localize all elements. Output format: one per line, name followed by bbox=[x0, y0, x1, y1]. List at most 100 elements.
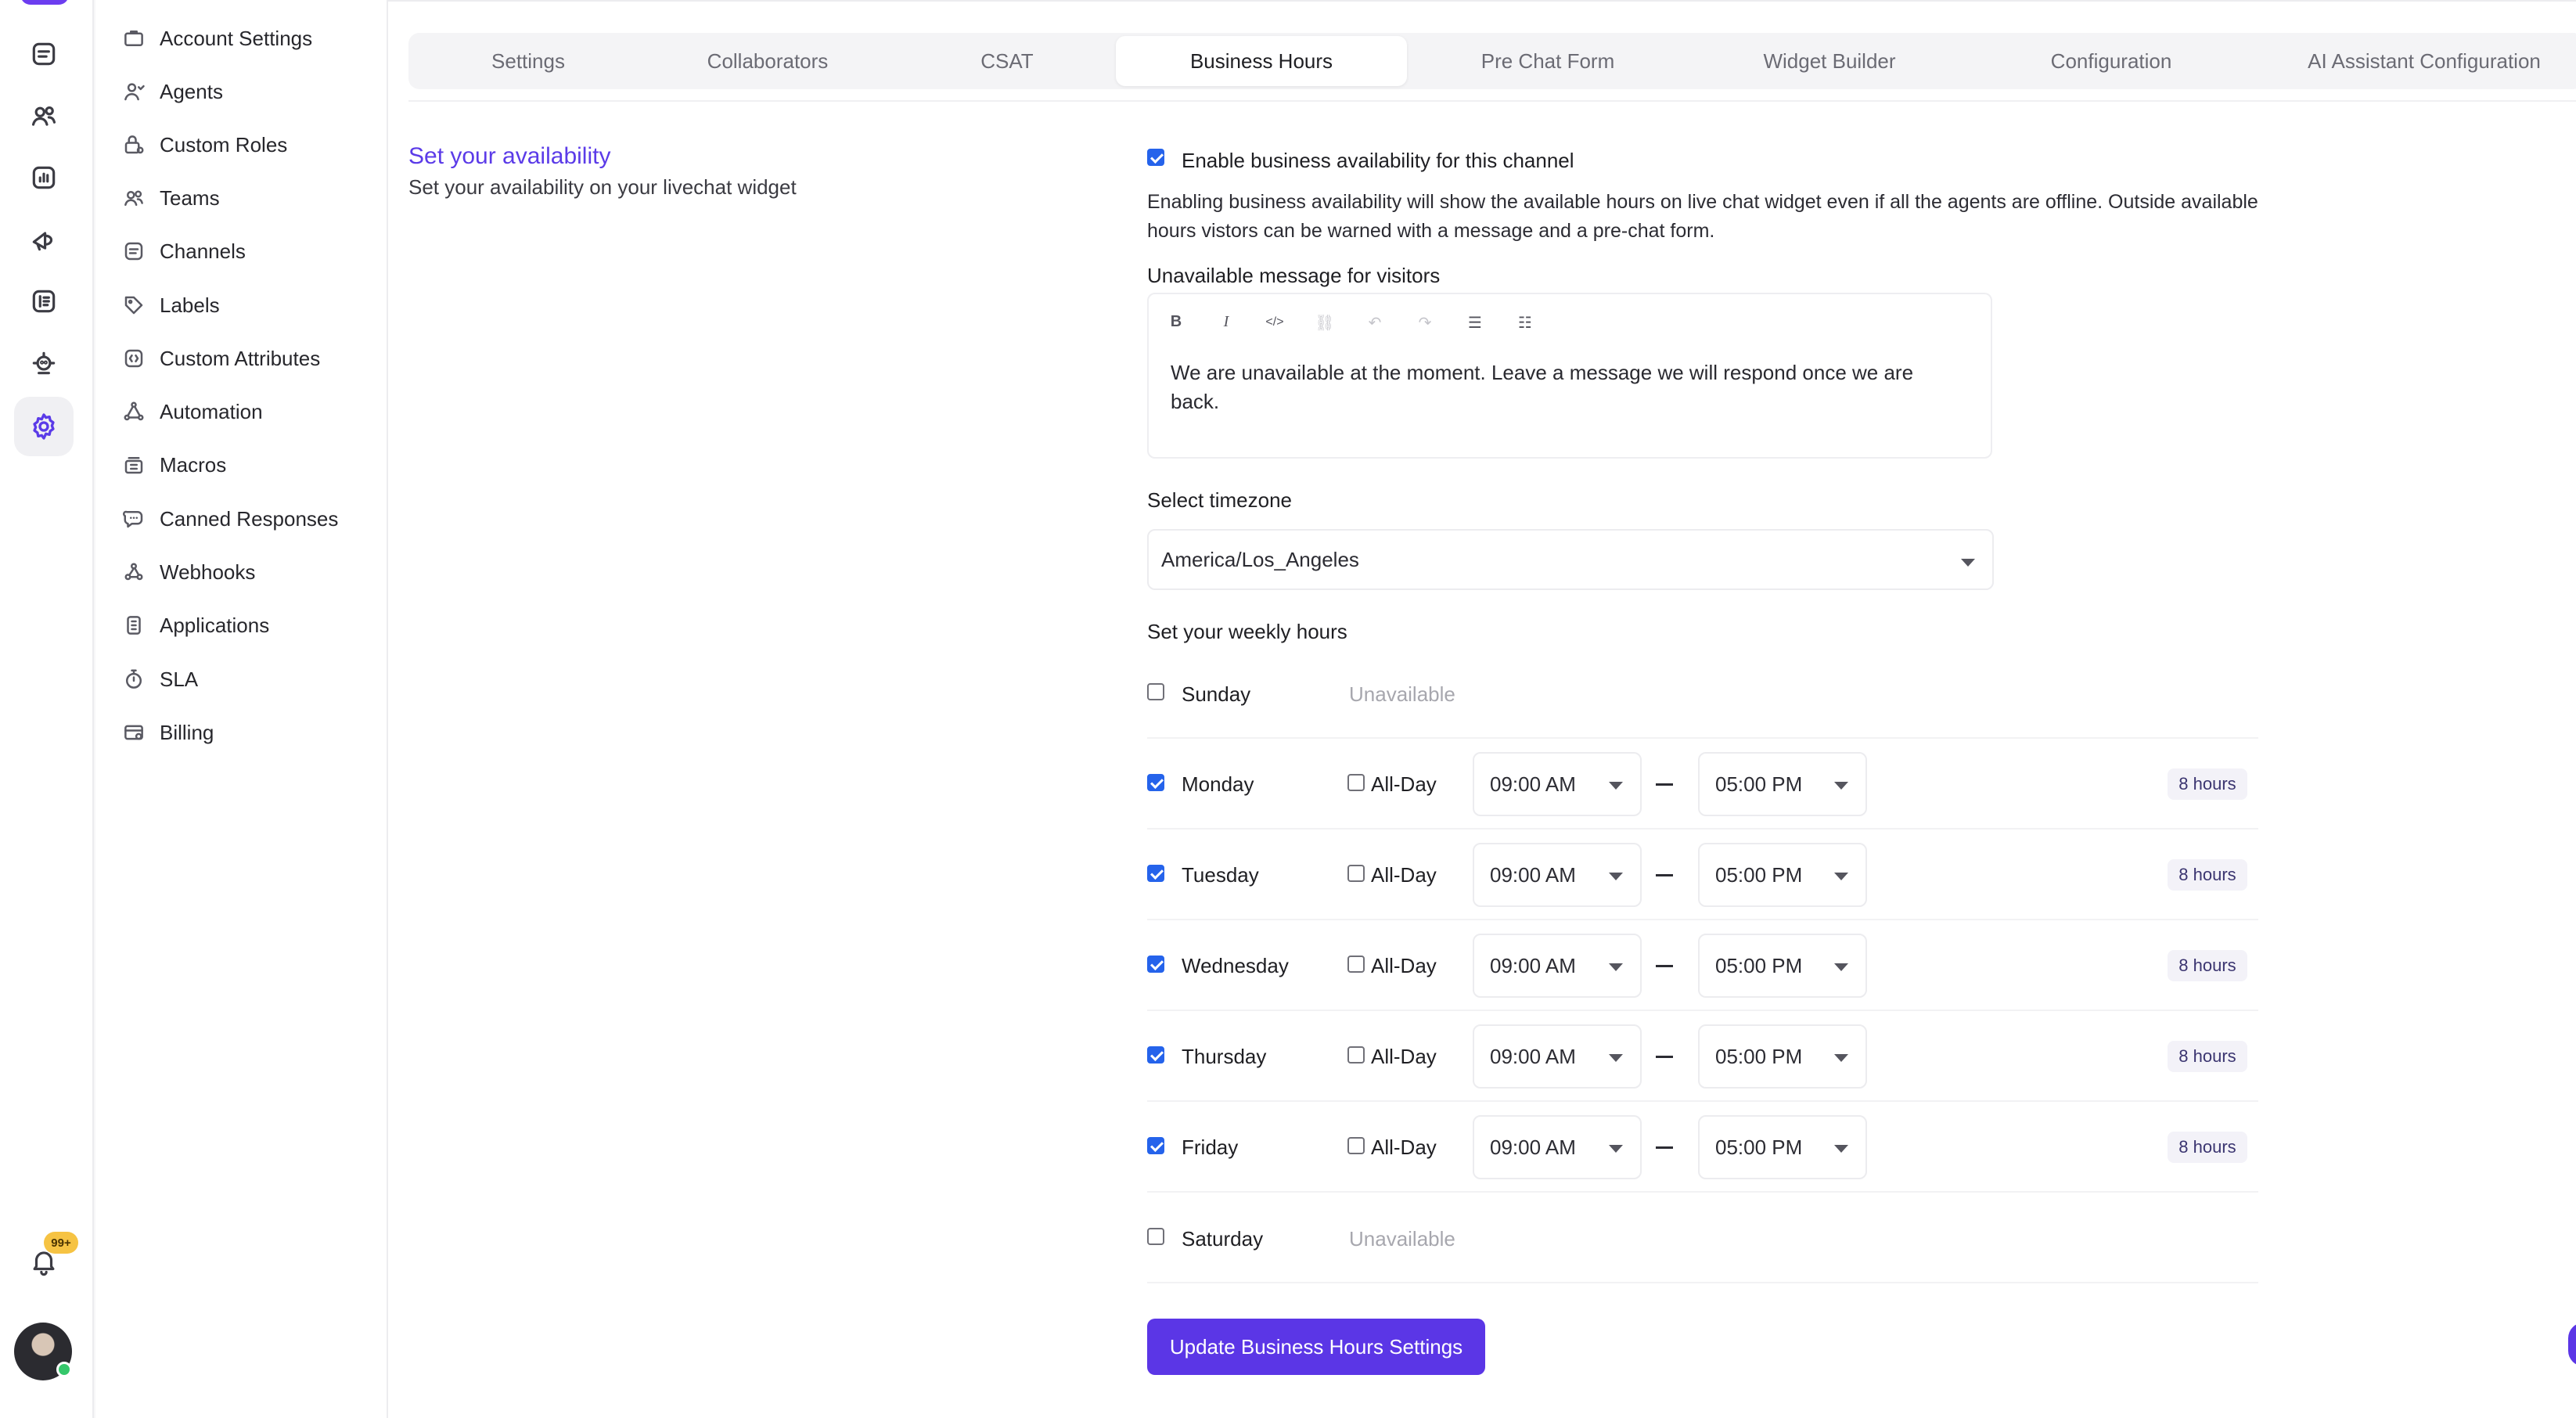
sidebar-item-custom-roles[interactable]: Custom Roles bbox=[122, 124, 380, 165]
user-icon bbox=[124, 83, 145, 101]
tab-collaborators[interactable]: Collaborators bbox=[648, 36, 887, 86]
chevron-down-icon bbox=[1609, 1145, 1623, 1153]
sidebar-item-macros[interactable]: Macros bbox=[122, 444, 380, 485]
sidebar-item-label: Agents bbox=[160, 79, 223, 103]
start-time-value: 09:00 AM bbox=[1490, 772, 1576, 796]
start-time-select[interactable]: 09:00 AM bbox=[1473, 1115, 1642, 1179]
sidebar-item-labels[interactable]: Labels bbox=[122, 285, 380, 326]
day-checkbox-friday[interactable] bbox=[1147, 1137, 1164, 1154]
sidebar-item-canned-responses[interactable]: Canned Responses bbox=[122, 498, 380, 539]
start-time-select[interactable]: 09:00 AM bbox=[1473, 843, 1642, 907]
update-business-hours-button[interactable]: Update Business Hours Settings bbox=[1147, 1319, 1485, 1375]
captain-bot-icon[interactable] bbox=[25, 344, 63, 382]
tab-configuration[interactable]: Configuration bbox=[1970, 36, 2252, 86]
day-row-sunday: Sunday Unavailable bbox=[1147, 648, 2258, 739]
tab-ai-assistant-configuration[interactable]: AI Assistant Configuration bbox=[2252, 36, 2576, 86]
unavailable-message-label: Unavailable message for visitors bbox=[1147, 264, 1441, 287]
day-checkbox-monday[interactable] bbox=[1147, 774, 1164, 791]
end-time-select[interactable]: 05:00 PM bbox=[1698, 1115, 1867, 1179]
redo-icon[interactable]: ↷ bbox=[1413, 313, 1437, 333]
day-unavailable-text: Unavailable bbox=[1349, 682, 1455, 706]
sidebar-item-agents[interactable]: Agents bbox=[122, 71, 380, 112]
all-day-label: All-Day bbox=[1371, 772, 1437, 796]
all-day-checkbox[interactable] bbox=[1347, 1046, 1365, 1064]
sidebar-item-automation[interactable]: Automation bbox=[122, 391, 380, 432]
tab-widget-builder[interactable]: Widget Builder bbox=[1689, 36, 1970, 86]
day-row-saturday: Saturday Unavailable bbox=[1147, 1193, 2258, 1283]
start-time-select[interactable]: 09:00 AM bbox=[1473, 752, 1642, 816]
tab-pre-chat-form[interactable]: Pre Chat Form bbox=[1407, 36, 1689, 86]
day-name: Saturday bbox=[1182, 1227, 1264, 1251]
brand-logo[interactable] bbox=[20, 0, 69, 5]
unavailable-message-editor[interactable]: B I </> ⛓ ↶ ↷ ☰ ☷ We are unavailable at … bbox=[1147, 293, 1992, 459]
end-time-value: 05:00 PM bbox=[1715, 863, 1803, 887]
undo-icon[interactable]: ↶ bbox=[1363, 313, 1387, 333]
day-row-wednesday: Wednesday All-Day 09:00 AM 05:00 PM 8 ho… bbox=[1147, 920, 2258, 1011]
timezone-label: Select timezone bbox=[1147, 488, 1292, 512]
hours-badge: 8 hours bbox=[2168, 1132, 2247, 1163]
reports-icon[interactable] bbox=[25, 159, 63, 196]
sidebar-item-account-settings[interactable]: Account Settings bbox=[122, 18, 380, 59]
billing-icon bbox=[124, 725, 143, 740]
all-day-checkbox[interactable] bbox=[1347, 774, 1365, 791]
tab-business-hours[interactable]: Business Hours bbox=[1116, 36, 1407, 86]
enable-availability-checkbox[interactable] bbox=[1147, 149, 1164, 166]
all-day-label: All-Day bbox=[1371, 954, 1437, 977]
day-checkbox-saturday[interactable] bbox=[1147, 1228, 1164, 1245]
bold-icon[interactable]: B bbox=[1164, 313, 1188, 331]
webhook-icon bbox=[124, 563, 143, 581]
settings-gear-icon[interactable] bbox=[14, 397, 74, 456]
day-name: Monday bbox=[1182, 772, 1254, 796]
sidebar-item-webhooks[interactable]: Webhooks bbox=[122, 552, 380, 592]
end-time-select[interactable]: 05:00 PM bbox=[1698, 1024, 1867, 1089]
hours-badge: 8 hours bbox=[2168, 950, 2247, 981]
contacts-icon[interactable] bbox=[25, 97, 63, 135]
italic-icon[interactable]: I bbox=[1214, 313, 1238, 331]
tab-settings[interactable]: Settings bbox=[408, 36, 648, 86]
all-day-checkbox[interactable] bbox=[1347, 1137, 1365, 1154]
sidebar-item-label: Channels bbox=[160, 239, 246, 263]
link-icon[interactable]: ⛓ bbox=[1313, 313, 1337, 333]
day-checkbox-wednesday[interactable] bbox=[1147, 956, 1164, 973]
day-unavailable-text: Unavailable bbox=[1349, 1227, 1455, 1251]
end-time-value: 05:00 PM bbox=[1715, 1135, 1803, 1159]
sidebar-item-label: Automation bbox=[160, 399, 263, 423]
start-time-value: 09:00 AM bbox=[1490, 954, 1576, 977]
macros-icon bbox=[124, 457, 143, 474]
sidebar-item-billing[interactable]: Billing bbox=[122, 712, 380, 753]
timezone-select[interactable]: America/Los_Angeles bbox=[1147, 529, 1994, 590]
sidebar-item-applications[interactable]: Applications bbox=[122, 605, 380, 646]
day-checkbox-tuesday[interactable] bbox=[1147, 865, 1164, 882]
code-icon[interactable]: </> bbox=[1263, 315, 1286, 329]
end-time-select[interactable]: 05:00 PM bbox=[1698, 843, 1867, 907]
campaigns-icon[interactable] bbox=[25, 221, 63, 258]
sidebar-item-channels[interactable]: Channels bbox=[122, 231, 380, 272]
all-day-checkbox[interactable] bbox=[1347, 956, 1365, 973]
end-time-value: 05:00 PM bbox=[1715, 954, 1803, 977]
lock-icon bbox=[124, 135, 144, 154]
chevron-down-icon bbox=[1609, 782, 1623, 790]
sidebar-item-custom-attributes[interactable]: Custom Attributes bbox=[122, 338, 380, 379]
time-range-dash bbox=[1656, 1146, 1673, 1149]
tab-csat[interactable]: CSAT bbox=[887, 36, 1127, 86]
chevron-down-icon bbox=[1834, 1054, 1848, 1062]
conversations-icon[interactable] bbox=[25, 35, 63, 73]
sidebar-item-teams[interactable]: Teams bbox=[122, 178, 380, 218]
end-time-select[interactable]: 05:00 PM bbox=[1698, 934, 1867, 998]
day-name: Wednesday bbox=[1182, 954, 1289, 977]
timer-icon bbox=[126, 669, 142, 689]
sidebar-item-label: Billing bbox=[160, 720, 214, 744]
all-day-checkbox[interactable] bbox=[1347, 865, 1365, 882]
bullet-list-icon[interactable]: ☰ bbox=[1463, 313, 1487, 333]
start-time-select[interactable]: 09:00 AM bbox=[1473, 934, 1642, 998]
chevron-down-icon bbox=[1961, 559, 1975, 567]
time-range-dash bbox=[1656, 783, 1673, 786]
day-checkbox-sunday[interactable] bbox=[1147, 683, 1164, 700]
unavailable-message-text[interactable]: We are unavailable at the moment. Leave … bbox=[1171, 358, 1953, 416]
help-center-icon[interactable] bbox=[25, 283, 63, 320]
end-time-select[interactable]: 05:00 PM bbox=[1698, 752, 1867, 816]
day-checkbox-thursday[interactable] bbox=[1147, 1046, 1164, 1064]
sidebar-item-sla[interactable]: SLA bbox=[122, 659, 380, 700]
start-time-select[interactable]: 09:00 AM bbox=[1473, 1024, 1642, 1089]
ordered-list-icon[interactable]: ☷ bbox=[1513, 313, 1537, 333]
